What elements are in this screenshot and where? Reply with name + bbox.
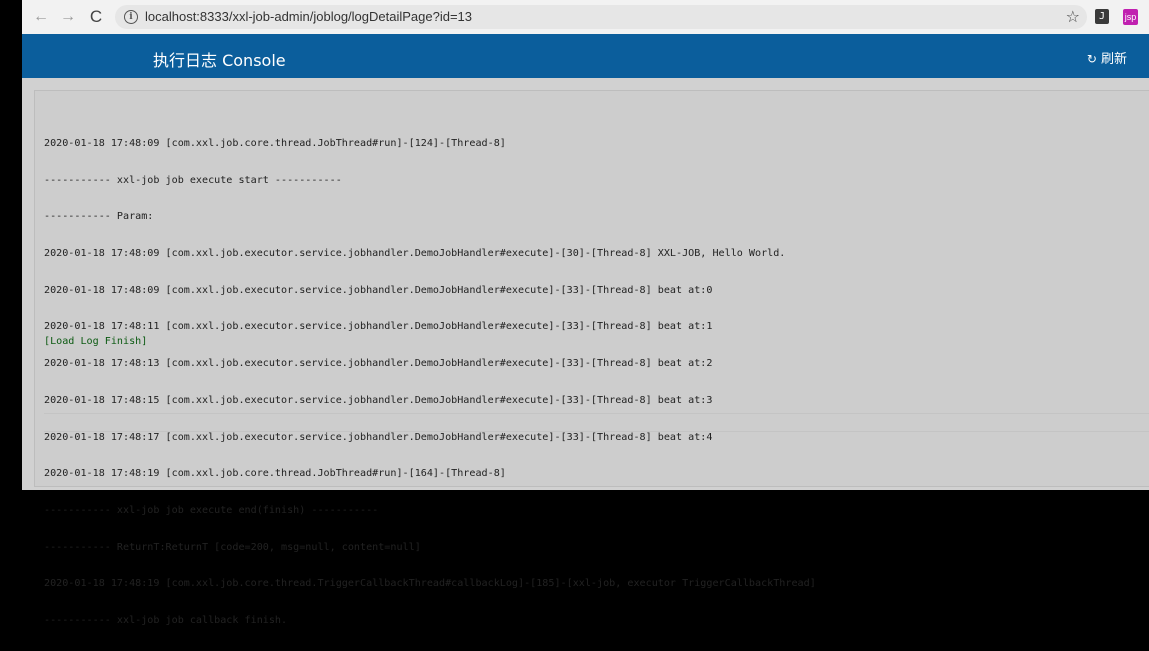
arrow-left-icon: ←: [33, 8, 49, 25]
log-line: 2020-01-18 17:48:15 [com.xxl.job.executo…: [44, 394, 713, 406]
log-line: 2020-01-18 17:48:09 [com.xxl.job.executo…: [44, 248, 786, 260]
info-icon[interactable]: i: [124, 10, 138, 24]
log-line: 2020-01-18 17:48:09 [com.xxl.job.executo…: [44, 284, 713, 296]
log-line: 2020-01-18 17:48:09 [com.xxl.job.core.th…: [44, 138, 506, 149]
arrow-right-icon: →: [60, 8, 76, 25]
log-line: 2020-01-18 17:48:17 [com.xxl.job.executo…: [44, 431, 713, 443]
divider: [44, 431, 1149, 432]
refresh-label: 刷新: [1100, 52, 1127, 67]
page-title: 执行日志 Console: [153, 51, 286, 70]
log-line: 2020-01-18 17:48:19 [com.xxl.job.core.th…: [44, 578, 816, 590]
log-line: ----------- Param:: [44, 211, 154, 223]
content-area: 2020-01-18 17:48:09 [com.xxl.job.core.th…: [22, 78, 1149, 626]
forward-button[interactable]: →: [57, 6, 79, 28]
refresh-button[interactable]: ↻ 刷新: [1087, 48, 1127, 67]
log-line: ----------- xxl-job job callback finish.: [44, 614, 288, 626]
bookmark-star-icon[interactable]: ☆: [1066, 7, 1080, 27]
log-line: ----------- xxl-job job execute start --…: [44, 174, 342, 186]
log-console[interactable]: 2020-01-18 17:48:09 [com.xxl.job.core.th…: [34, 90, 1149, 626]
extension-jsp-icon[interactable]: jsp: [1123, 9, 1138, 25]
log-line: ----------- xxl-job job execute end(fini…: [44, 504, 379, 516]
extension-j-icon[interactable]: J: [1095, 9, 1109, 24]
log-line: ----------- ReturnT:ReturnT [code=200, m…: [44, 541, 421, 553]
log-line: 2020-01-18 17:48:11 [com.xxl.job.executo…: [44, 321, 713, 333]
app-header: 执行日志 Console ↻ 刷新: [22, 34, 1149, 78]
url-text[interactable]: localhost:8333/xxl-job-admin/joblog/logD…: [145, 9, 472, 24]
address-bar[interactable]: i localhost:8333/xxl-job-admin/joblog/lo…: [115, 5, 1087, 29]
reload-icon: C: [89, 7, 103, 26]
divider: [44, 413, 1149, 414]
browser-toolbar: ← → C i localhost:8333/xxl-job-admin/job…: [22, 0, 1149, 35]
log-finish-status: [Load Log Finish]: [44, 336, 148, 347]
window-edge: [0, 0, 22, 490]
browser-window: ← → C i localhost:8333/xxl-job-admin/job…: [22, 0, 1149, 626]
log-line: 2020-01-18 17:48:13 [com.xxl.job.executo…: [44, 358, 713, 370]
reload-button[interactable]: C: [85, 6, 107, 28]
log-line: 2020-01-18 17:48:19 [com.xxl.job.core.th…: [44, 468, 506, 480]
back-button[interactable]: ←: [30, 6, 52, 28]
refresh-icon: ↻: [1086, 52, 1097, 66]
log-lines: 2020-01-18 17:48:09 [com.xxl.job.core.th…: [44, 115, 816, 651]
